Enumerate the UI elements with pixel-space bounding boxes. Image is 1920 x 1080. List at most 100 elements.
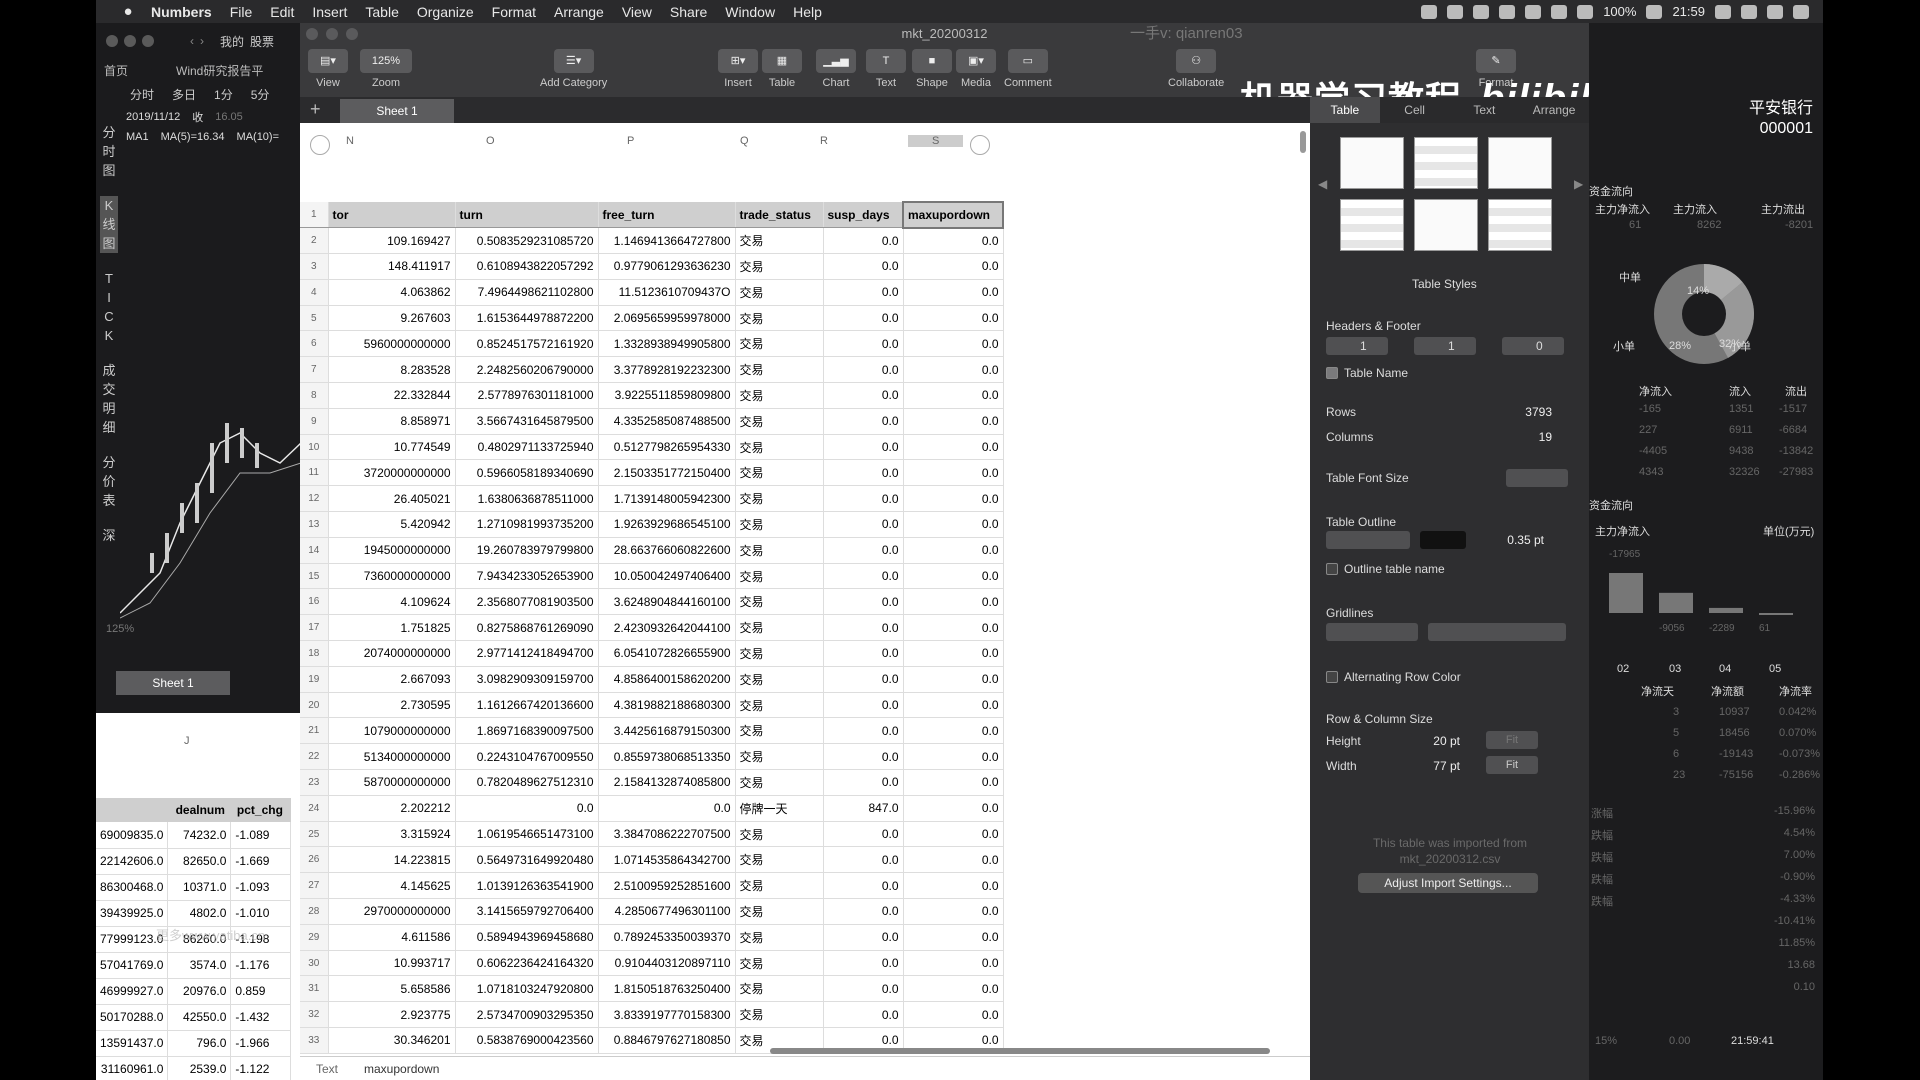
cell-turn[interactable]: 0.5083529231085720 (455, 227, 599, 255)
row-number[interactable]: 20 (300, 692, 329, 719)
siri-icon[interactable] (1767, 4, 1783, 19)
cell-susp-days[interactable]: 0.0 (823, 821, 904, 848)
cell-maxupordown[interactable]: 0.0 (903, 821, 1004, 848)
cell-trade-status[interactable]: 交易 (735, 511, 824, 538)
mini-cell[interactable]: 86300468.0 (96, 874, 169, 901)
cell-tor[interactable]: 7360000000000 (328, 563, 456, 590)
cell-maxupordown[interactable]: 0.0 (903, 924, 1004, 951)
left-zoom-label[interactable]: 125% (106, 623, 134, 635)
cell-free-turn[interactable]: 1.0714535864342700 (598, 846, 736, 874)
mini-cell[interactable]: 10371.0 (167, 874, 232, 901)
side-tab-char[interactable]: 图 (100, 234, 118, 253)
vertical-scrollbar[interactable] (1300, 131, 1306, 153)
cell-tor[interactable]: 5.420942 (328, 511, 456, 538)
columns-value[interactable]: 19 (1490, 430, 1552, 444)
cell-free-turn[interactable]: 3.6248904844160100 (598, 588, 736, 616)
side-tab-char[interactable]: 明 (100, 399, 118, 418)
cell-maxupordown[interactable]: 0.0 (903, 511, 1004, 538)
col-letter[interactable]: P (627, 135, 634, 147)
cell-turn[interactable]: 2.2482560206790000 (455, 356, 599, 384)
close-dot-icon[interactable] (106, 35, 118, 47)
cell-turn[interactable]: 0.5649731649920480 (455, 846, 599, 874)
cell-maxupordown[interactable]: 0.0 (903, 614, 1004, 642)
period-5min[interactable]: 5分 (251, 86, 270, 103)
home-tab[interactable]: 首页 (104, 62, 128, 79)
tab-mine[interactable]: 我的 (220, 33, 244, 50)
row-number[interactable]: 1 (300, 202, 329, 229)
height-fit-button[interactable]: Fit (1486, 731, 1538, 749)
cell-free-turn[interactable]: 1.1469413664727800 (598, 227, 736, 255)
cell-free-turn[interactable]: 11.5123610709437O (598, 279, 736, 306)
cell-susp-days[interactable]: 0.0 (823, 485, 904, 513)
mini-cell[interactable]: -1.093 (230, 874, 292, 901)
cell-susp-days[interactable]: 0.0 (823, 563, 904, 590)
height-value[interactable]: 20 pt (1410, 734, 1460, 748)
cell-maxupordown[interactable]: 0.0 (903, 975, 1004, 1003)
col-letter[interactable]: Q (740, 135, 749, 147)
cell-trade-status[interactable]: 交易 (735, 330, 824, 358)
cell-maxupordown[interactable]: 0.0 (903, 872, 1004, 900)
cell-susp-days[interactable]: 0.0 (823, 743, 904, 771)
side-tab-char[interactable]: 价 (100, 472, 118, 491)
cell-tor[interactable]: 3.315924 (328, 821, 456, 848)
cell-turn[interactable]: 3.5667431645879500 (455, 408, 599, 435)
cell-susp-days[interactable]: 0.0 (823, 459, 904, 487)
cell-maxupordown[interactable]: 0.0 (903, 743, 1004, 771)
cell-tor[interactable]: 8.283528 (328, 356, 456, 384)
row-number[interactable]: 11 (300, 459, 329, 487)
wifi-icon[interactable] (1525, 4, 1542, 19)
cell-maxupordown[interactable]: 0.0 (903, 356, 1004, 384)
row-number[interactable]: 32 (300, 1001, 329, 1028)
cell-free-turn[interactable]: 0.9104403120897110 (598, 950, 736, 977)
cell-trade-status[interactable]: 交易 (735, 743, 824, 771)
cell-free-turn[interactable]: 28.663766060822600 (598, 537, 736, 564)
cell-susp-days[interactable]: 0.0 (823, 1001, 904, 1028)
cell-turn[interactable]: 7.4964498621102800 (455, 279, 599, 306)
font-size-buttons[interactable] (1506, 469, 1568, 487)
cell-tor[interactable]: 4.063862 (328, 279, 456, 306)
cell-free-turn[interactable]: 2.1503351772150400 (598, 459, 736, 487)
cell-maxupordown[interactable]: 0.0 (903, 485, 1004, 513)
cell-free-turn[interactable]: 1.7139148005942300 (598, 485, 736, 513)
add-category-button[interactable]: ☰▾ Add Category (540, 49, 607, 89)
cell-trade-status[interactable]: 交易 (735, 717, 824, 745)
cell-turn[interactable]: 3.0982909309159700 (455, 666, 599, 693)
cell-tor[interactable]: 9.267603 (328, 305, 456, 332)
back-icon[interactable]: ‹ (190, 34, 194, 48)
row-number[interactable]: 16 (300, 588, 329, 616)
cell-trade-status[interactable]: 交易 (735, 950, 824, 977)
row-number[interactable]: 13 (300, 511, 329, 538)
cell-turn[interactable]: 19.260783979799800 (455, 537, 599, 564)
cell-susp-days[interactable]: 0.0 (823, 898, 904, 925)
cell-susp-days[interactable]: 847.0 (823, 795, 904, 822)
row-number[interactable]: 24 (300, 795, 329, 822)
cell-maxupordown[interactable]: 0.0 (903, 898, 1004, 925)
cell-tor[interactable]: 2074000000000 (328, 640, 456, 667)
spotlight-search-icon[interactable] (1741, 4, 1757, 19)
cell-maxupordown[interactable]: 0.0 (903, 1001, 1004, 1028)
cell-free-turn[interactable]: 4.2850677496301100 (598, 898, 736, 925)
cell-turn[interactable]: 1.6153644978872200 (455, 305, 599, 332)
cell-susp-days[interactable]: 0.0 (823, 846, 904, 874)
side-tab-char[interactable]: 细 (100, 418, 118, 437)
insert-button[interactable]: ⊞▾ Insert (718, 49, 758, 89)
cell-susp-days[interactable]: 0.0 (823, 434, 904, 461)
cell-tor[interactable]: 26.405021 (328, 485, 456, 513)
menu-format[interactable]: Format (492, 4, 536, 20)
cell-susp-days[interactable]: 0.0 (823, 408, 904, 435)
row-number[interactable]: 9 (300, 408, 329, 435)
cell-free-turn[interactable]: 4.3352585087488500 (598, 408, 736, 435)
period-multiday[interactable]: 多日 (172, 86, 196, 103)
cell-turn[interactable]: 0.5894943969458680 (455, 924, 599, 951)
notification-center-icon[interactable] (1793, 4, 1809, 19)
cell-tor[interactable]: 4.109624 (328, 588, 456, 616)
mini-cell[interactable]: 42550.0 (167, 1004, 232, 1031)
side-tab-char[interactable]: 成 (100, 361, 118, 380)
cell-trade-status[interactable]: 交易 (735, 924, 824, 951)
cell-trade-status[interactable]: 交易 (735, 408, 824, 435)
cell-trade-status[interactable]: 交易 (735, 588, 824, 616)
mini-cell[interactable]: -1.966 (230, 1030, 292, 1057)
sheet-tab[interactable]: Sheet 1 (340, 99, 454, 123)
cell-tor[interactable]: 2970000000000 (328, 898, 456, 925)
cell-susp-days[interactable]: 0.0 (823, 872, 904, 900)
